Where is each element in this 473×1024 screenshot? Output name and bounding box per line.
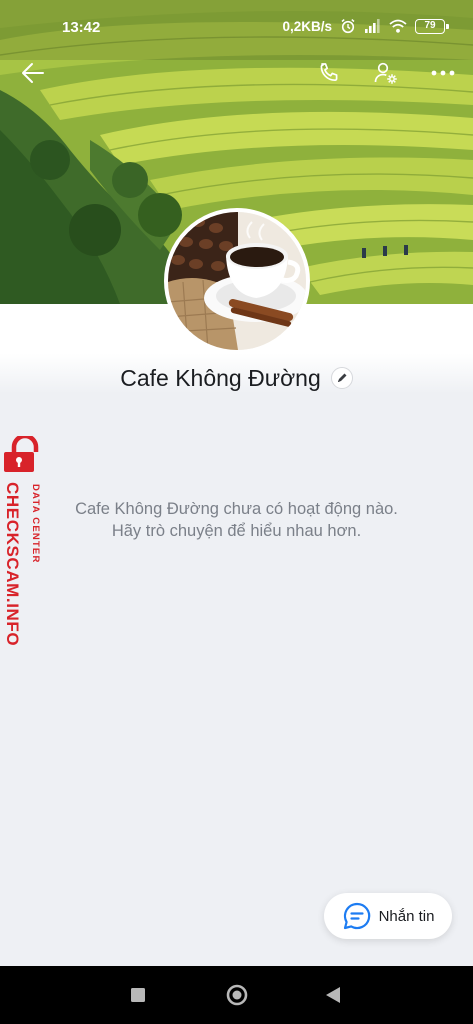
lock-icon <box>4 436 39 472</box>
empty-feed-line-1: Cafe Không Đường chưa có hoạt động nào. <box>75 500 398 518</box>
profile-settings-button[interactable] <box>369 58 403 88</box>
call-button[interactable] <box>312 58 346 88</box>
more-dots-icon <box>431 70 455 76</box>
status-bar: 13:42 0,2KB/s 79 <box>0 0 473 52</box>
android-navigation-bar <box>0 966 473 1024</box>
battery-icon: 79 <box>415 18 449 34</box>
watermark-title: CHECKSCAM.INFO <box>3 482 22 647</box>
arrow-left-icon <box>22 63 44 83</box>
coffee-cup-image <box>168 212 306 350</box>
edit-name-button[interactable] <box>330 367 353 389</box>
empty-feed-message: Cafe Không Đường chưa có hoạt động nào. … <box>40 498 433 542</box>
user-settings-icon <box>374 62 397 84</box>
avatar[interactable] <box>164 208 310 354</box>
phone-icon <box>320 63 338 82</box>
send-message-button[interactable]: Nhắn tin <box>324 893 452 939</box>
alarm-icon <box>340 18 356 34</box>
network-speed: 0,2KB/s <box>282 18 332 34</box>
recents-square-icon[interactable] <box>131 988 145 1007</box>
send-message-label: Nhắn tin <box>378 907 435 925</box>
signal-icon <box>364 19 381 33</box>
back-button[interactable] <box>16 58 50 88</box>
checkscam-watermark: DATA CENTER CHECKSCAM.INFO <box>0 436 54 666</box>
empty-feed-line-2: Hãy trò chuyện để hiểu nhau hơn. <box>111 522 362 540</box>
profile-name: Cafe Không Đường <box>120 364 321 391</box>
wifi-icon <box>389 19 407 33</box>
back-triangle-icon[interactable] <box>325 986 341 1009</box>
status-time: 13:42 <box>62 19 101 36</box>
chat-bubble-icon <box>343 902 370 930</box>
home-circle-icon[interactable] <box>226 984 248 1011</box>
pencil-icon <box>337 373 347 382</box>
more-button[interactable] <box>426 58 460 88</box>
profile-name-row: Cafe Không Đường <box>0 362 473 394</box>
